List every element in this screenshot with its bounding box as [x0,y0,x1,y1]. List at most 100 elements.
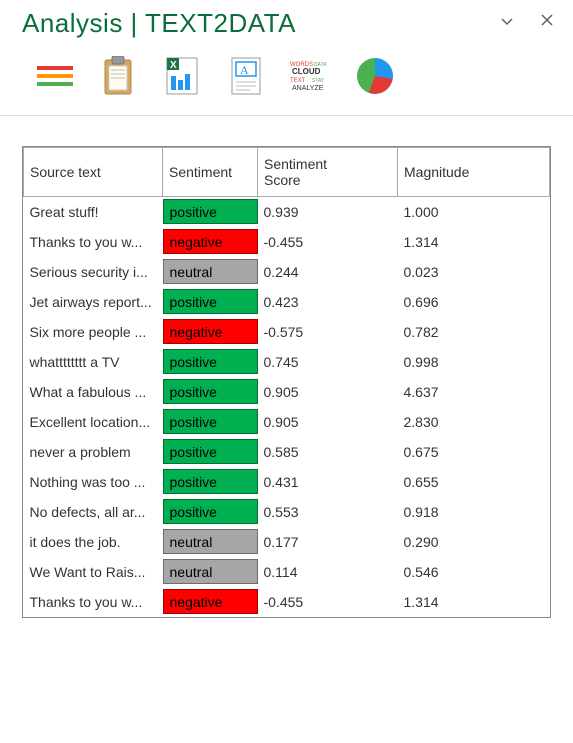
cell-source-text: Thanks to you w... [24,227,163,257]
cell-magnitude: 0.696 [398,287,550,317]
table-row[interactable]: whatttttttt a TVpositive0.7450.998 [24,347,550,377]
bullets-icon[interactable] [34,55,76,97]
table-row[interactable]: No defects, all ar...positive0.5530.918 [24,497,550,527]
cell-source-text: Excellent location... [24,407,163,437]
cell-magnitude: 0.655 [398,467,550,497]
cell-magnitude: 0.023 [398,257,550,287]
cell-magnitude: 0.546 [398,557,550,587]
cell-source-text: never a problem [24,437,163,467]
table-row[interactable]: Thanks to you w...negative-0.4551.314 [24,587,550,617]
sentiment-badge-positive: positive [163,379,258,404]
cell-score: 0.939 [258,197,398,227]
cell-sentiment: positive [163,497,258,527]
svg-text:X: X [170,60,177,71]
cell-score: 0.177 [258,527,398,557]
table-row[interactable]: We Want to Rais...neutral0.1140.546 [24,557,550,587]
cell-source-text: What a fabulous ... [24,377,163,407]
table-row[interactable]: it does the job.neutral0.1770.290 [24,527,550,557]
cell-magnitude: 0.782 [398,317,550,347]
sentiment-badge-positive: positive [163,289,258,314]
cell-source-text: whatttttttt a TV [24,347,163,377]
cell-sentiment: negative [163,317,258,347]
sentiment-badge-neutral: neutral [163,559,258,584]
sentiment-badge-positive: positive [163,499,258,524]
cell-score: 0.905 [258,407,398,437]
cell-sentiment: neutral [163,257,258,287]
cell-sentiment: negative [163,587,258,617]
table-row[interactable]: Six more people ...negative-0.5750.782 [24,317,550,347]
table-row[interactable]: Jet airways report...positive0.4230.696 [24,287,550,317]
cell-source-text: Nothing was too ... [24,467,163,497]
col-sentiment[interactable]: Sentiment [163,148,258,197]
cell-magnitude: 1.314 [398,227,550,257]
close-icon[interactable] [541,13,553,29]
cell-sentiment: negative [163,227,258,257]
excel-icon[interactable]: X [162,55,204,97]
table-row[interactable]: never a problempositive0.5850.675 [24,437,550,467]
col-magnitude[interactable]: Magnitude [398,148,550,197]
page-title: Analysis | TEXT2DATA [22,8,296,39]
cell-magnitude: 4.637 [398,377,550,407]
col-sentiment-score[interactable]: SentimentScore [258,148,398,197]
cell-sentiment: positive [163,407,258,437]
col-source-text[interactable]: Source text [24,148,163,197]
table-row[interactable]: What a fabulous ...positive0.9054.637 [24,377,550,407]
cell-source-text: Six more people ... [24,317,163,347]
cell-sentiment: positive [163,467,258,497]
results-table-wrap: Source text Sentiment SentimentScore Mag… [22,146,551,618]
wordcloud-icon[interactable]: WORDS DATA CLOUD TEXT STAT ANALYZE [290,55,332,97]
sentiment-badge-neutral: neutral [163,529,258,554]
cell-magnitude: 0.918 [398,497,550,527]
text-doc-icon[interactable]: A [226,55,268,97]
cell-magnitude: 0.675 [398,437,550,467]
window-controls [501,13,557,29]
cell-score: 0.114 [258,557,398,587]
table-row[interactable]: Excellent location...positive0.9052.830 [24,407,550,437]
cell-magnitude: 0.290 [398,527,550,557]
sentiment-badge-negative: negative [163,319,258,344]
table-row[interactable]: Great stuff!positive0.9391.000 [24,197,550,227]
cell-source-text: We Want to Rais... [24,557,163,587]
cell-sentiment: positive [163,287,258,317]
table-row[interactable]: Serious security i...neutral0.2440.023 [24,257,550,287]
cell-score: -0.455 [258,587,398,617]
cell-magnitude: 0.998 [398,347,550,377]
table-row[interactable]: Thanks to you w...negative-0.4551.314 [24,227,550,257]
titlebar: Analysis | TEXT2DATA [0,0,573,43]
cell-source-text: No defects, all ar... [24,497,163,527]
cell-sentiment: neutral [163,527,258,557]
piechart-icon[interactable] [354,55,396,97]
cell-magnitude: 1.000 [398,197,550,227]
cell-score: -0.575 [258,317,398,347]
cell-score: -0.455 [258,227,398,257]
dropdown-icon[interactable] [501,13,513,29]
cell-source-text: it does the job. [24,527,163,557]
sentiment-badge-positive: positive [163,469,258,494]
sentiment-badge-positive: positive [163,199,258,224]
cell-source-text: Great stuff! [24,197,163,227]
sentiment-badge-positive: positive [163,349,258,374]
cell-source-text: Jet airways report... [24,287,163,317]
cell-score: 0.585 [258,437,398,467]
svg-text:TEXT: TEXT [290,78,306,84]
cell-sentiment: positive [163,197,258,227]
cell-source-text: Serious security i... [24,257,163,287]
cell-sentiment: positive [163,377,258,407]
cell-score: 0.431 [258,467,398,497]
divider [0,115,573,116]
svg-text:STAT: STAT [312,78,324,84]
clipboard-icon[interactable] [98,55,140,97]
sentiment-badge-negative: negative [163,229,258,254]
toolbar: X A WORDS DATA CLOUD TEXT STAT ANALYZE [0,43,573,115]
svg-text:ANALYZE: ANALYZE [292,85,324,92]
table-row[interactable]: Nothing was too ...positive0.4310.655 [24,467,550,497]
cell-score: 0.423 [258,287,398,317]
cell-magnitude: 2.830 [398,407,550,437]
cell-score: 0.553 [258,497,398,527]
cell-magnitude: 1.314 [398,587,550,617]
cell-score: 0.745 [258,347,398,377]
cell-score: 0.244 [258,257,398,287]
table-header-row: Source text Sentiment SentimentScore Mag… [24,148,550,197]
cell-score: 0.905 [258,377,398,407]
cell-sentiment: neutral [163,557,258,587]
